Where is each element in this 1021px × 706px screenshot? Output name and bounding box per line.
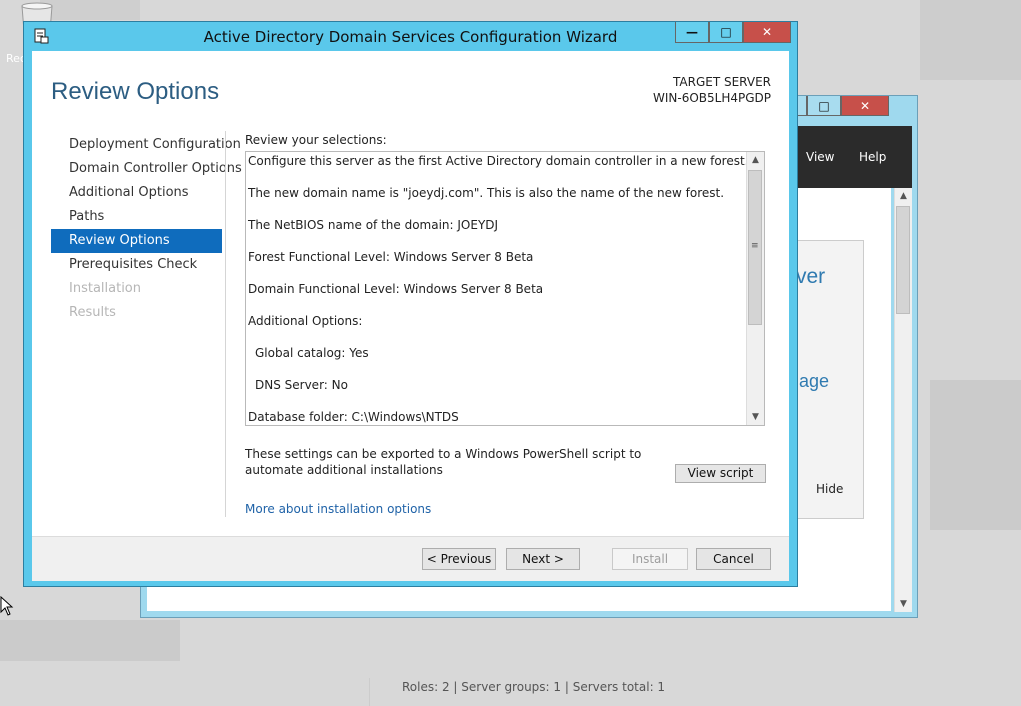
scroll-up-icon[interactable]: ▲ — [895, 188, 912, 204]
desktop-tile — [920, 0, 1021, 80]
minimize-button[interactable]: — — [675, 22, 709, 43]
export-description: These settings can be exported to a Wind… — [245, 447, 642, 477]
review-line: Additional Options: — [248, 314, 363, 328]
bg-scroll-thumb[interactable] — [896, 206, 910, 314]
bg-hide-link[interactable]: Hide — [816, 482, 843, 496]
more-about-installation-link[interactable]: More about installation options — [245, 502, 431, 516]
scroll-up-icon[interactable]: ▲ — [747, 152, 764, 168]
nav-item-paths[interactable]: Paths — [51, 205, 222, 229]
nav-divider — [225, 131, 226, 517]
next-button[interactable]: Next > — [506, 548, 580, 570]
nav-item-prerequisites-check[interactable]: Prerequisites Check — [51, 253, 222, 277]
review-line: The NetBIOS name of the domain: JOEYDJ — [248, 218, 499, 232]
wizard-body: Review Options TARGET SERVER WIN-6OB5LH4… — [32, 51, 789, 581]
review-textbox[interactable]: Configure this server as the first Activ… — [245, 151, 765, 426]
wizard-caption-buttons: — □ ✕ — [675, 22, 791, 43]
review-line: Database folder: C:\Windows\NTDS — [248, 410, 459, 424]
scroll-thumb[interactable]: ≡ — [748, 170, 762, 325]
review-text: Configure this server as the first Activ… — [248, 154, 749, 425]
cancel-button[interactable]: Cancel — [696, 548, 771, 570]
review-line: Forest Functional Level: Windows Server … — [248, 250, 534, 264]
review-line: The new domain name is "joeydj.com". Thi… — [248, 186, 725, 200]
desktop-tile — [0, 620, 180, 661]
install-button: Install — [612, 548, 688, 570]
review-scrollbar[interactable]: ▲ ≡ ▼ — [746, 152, 764, 425]
nav-item-review-options[interactable]: Review Options — [51, 229, 222, 253]
bg-maximize-button[interactable]: □ — [807, 96, 841, 116]
nav-item-installation: Installation — [69, 281, 142, 296]
nav-item-additional-options[interactable]: Additional Options — [51, 181, 222, 205]
view-script-button[interactable]: View script — [675, 464, 766, 483]
bg-welcome-card: rver nage Hide — [792, 240, 864, 519]
review-line: Configure this server as the first Activ… — [248, 154, 749, 168]
bg-divider — [369, 678, 370, 706]
scroll-down-icon[interactable]: ▼ — [747, 409, 764, 425]
wizard-nav: Deployment Configuration Domain Controll… — [51, 133, 242, 325]
target-server-label: TARGET SERVER — [673, 75, 771, 89]
review-line: DNS Server: No — [255, 378, 348, 392]
scroll-grip-icon: ≡ — [751, 241, 759, 251]
scroll-down-icon[interactable]: ▼ — [895, 596, 912, 612]
review-line: Global catalog: Yes — [255, 346, 369, 360]
bg-menu-help[interactable]: Help — [859, 150, 886, 164]
bg-status-text: Roles: 2 | Server groups: 1 | Servers to… — [402, 680, 666, 694]
bg-scrollbar[interactable]: ▲ ▼ — [894, 188, 912, 612]
target-server-name: WIN-6OB5LH4PGDP — [652, 91, 771, 105]
maximize-button[interactable]: □ — [709, 22, 743, 43]
review-label: Review your selections: — [245, 133, 387, 147]
wizard-footer: < Previous Next > Install Cancel — [32, 536, 789, 581]
bg-menubar: View Help — [798, 126, 912, 188]
nav-item-domain-controller-options[interactable]: Domain Controller Options — [51, 157, 242, 181]
desktop-tile — [930, 380, 1021, 530]
bg-close-button[interactable]: ✕ — [841, 96, 889, 116]
nav-item-results: Results — [69, 305, 116, 320]
ad-ds-wizard-window[interactable]: Active Directory Domain Services Configu… — [23, 21, 798, 587]
previous-button[interactable]: < Previous — [422, 548, 496, 570]
bg-menu-view[interactable]: View — [806, 150, 834, 164]
close-button[interactable]: ✕ — [743, 22, 791, 43]
mouse-cursor-icon — [0, 596, 14, 616]
page-title: Review Options — [51, 78, 220, 105]
review-line: Domain Functional Level: Windows Server … — [248, 282, 544, 296]
nav-item-deployment-configuration[interactable]: Deployment Configuration — [51, 133, 241, 157]
